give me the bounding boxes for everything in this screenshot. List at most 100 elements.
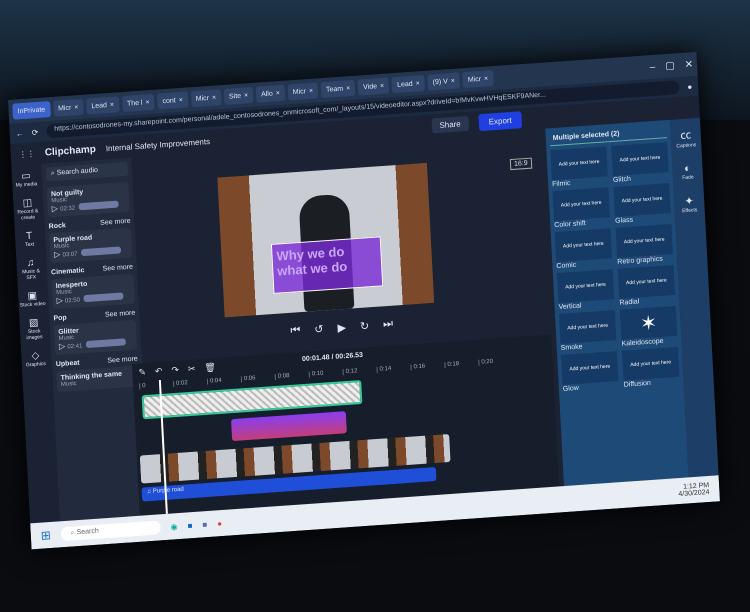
effect-comic[interactable]: Add your text here Comic [554,228,613,270]
browser-tab[interactable]: Lead × [391,74,426,94]
rail-item-folder[interactable]: ▭ My media [15,170,38,189]
close-icon[interactable]: × [309,87,313,94]
effect-thumbnail: Add your text here [556,269,615,304]
close-icon[interactable]: × [346,85,350,92]
browser-tab[interactable]: InPrivate [12,101,51,120]
undo-icon[interactable]: ↶ [155,366,163,378]
close-icon[interactable]: × [244,92,248,99]
track-duration: 03:07 [62,251,78,259]
profile-avatar[interactable]: ● [687,82,692,91]
property-effects[interactable]: ✦ Effects [681,194,697,214]
browser-tab[interactable]: Allo × [255,84,286,103]
browser-tab[interactable]: Lead × [85,96,120,115]
windows-start-icon[interactable]: ⊞ [40,528,51,543]
audio-track[interactable]: Inesperto Music ▷ 02:50 [51,273,135,310]
ruler-tick: 0:16 [410,362,445,371]
skip-forward-icon[interactable]: ⏭ [383,318,394,332]
effect-thumbnail: Add your text here [615,223,673,258]
browser-tab[interactable]: Micr × [287,82,319,101]
rail-item-video[interactable]: ▣ Stock video [19,290,46,308]
delete-icon[interactable]: 🗑 [204,362,216,374]
effect-diffusion[interactable]: Add your text here Diffusion [621,346,680,389]
refresh-icon[interactable]: ⟳ [31,127,38,136]
close-icon[interactable]: × [484,75,488,82]
effect-thumbnail: Add your text here [554,228,613,263]
audio-track[interactable]: Glitter Music ▷ 02:41 [53,319,138,356]
aspect-ratio-button[interactable]: 16:9 [509,157,532,171]
browser-tab[interactable]: Micr × [462,70,494,89]
rewind-icon[interactable]: ↺ [314,323,324,337]
property-captions[interactable]: ㏄ Captions [675,126,696,149]
share-button[interactable]: Share [431,115,470,134]
edge-icon[interactable]: ◉ [170,522,177,531]
effect-vertical[interactable]: Add your text here Vertical [556,269,615,311]
close-icon[interactable]: × [415,80,419,87]
close-icon[interactable]: × [212,94,216,101]
see-more-link[interactable]: See more [100,218,131,227]
tab-label: Lead [91,101,108,110]
rail-item-music[interactable]: ♫ Music & SFX [16,257,45,282]
close-icon[interactable]: × [145,99,149,106]
text-overlay[interactable]: Why we do what we do [270,236,384,294]
audio-track[interactable]: Purple road Music ▷ 03:07 [49,227,133,264]
effect-thumbnail: Add your text here [552,187,610,222]
browser-tab[interactable]: Vide × [357,77,390,96]
outlook-icon[interactable]: ■ [187,521,192,530]
skip-back-icon[interactable]: ⏮ [290,324,301,338]
rail-item-T[interactable]: T Text [24,231,34,249]
minimize-icon[interactable]: – [649,61,655,72]
export-button[interactable]: Export [478,110,523,131]
audio-track[interactable]: Thinking the same Music [56,365,140,393]
effect-color-shift[interactable]: Add your text here Color shift [552,187,611,229]
browser-tab[interactable]: Site × [223,86,254,105]
browser-tab[interactable]: Team × [320,79,356,99]
close-window-icon[interactable]: ✕ [684,59,693,71]
effect-thumbnail: Add your text here [611,142,669,176]
close-icon[interactable]: × [451,77,455,84]
back-icon[interactable]: ← [16,128,24,138]
overlay-clip[interactable] [231,411,347,442]
see-more-link[interactable]: See more [105,310,136,319]
rail-item-shapes[interactable]: ◇ Graphics [25,350,46,368]
property-label: Effects [681,207,698,215]
waveform [83,292,125,303]
redo-icon[interactable]: ↷ [171,365,179,377]
forward-icon[interactable]: ↻ [360,319,370,333]
browser-tab[interactable]: cont × [157,91,189,110]
magic-icon[interactable]: ✎ [138,367,146,379]
video-preview[interactable]: Why we do what we do [217,162,435,318]
see-more-link[interactable]: See more [102,264,133,273]
effect-glow[interactable]: Add your text here Glow [561,351,619,393]
close-icon[interactable]: × [179,96,183,103]
maximize-icon[interactable]: ▢ [665,60,675,72]
effect-smoke[interactable]: Add your text here Smoke [558,310,617,352]
apps-grid-icon[interactable]: ⋮⋮ [19,149,35,159]
effect-retro-graphics[interactable]: Add your text here Retro graphics [615,223,674,266]
taskbar-search[interactable]: ⌕ Search [60,520,162,542]
close-icon[interactable]: × [74,104,78,111]
powerpoint-icon[interactable]: ● [217,519,222,528]
ruler-tick: 0:08 [274,371,309,381]
rail-item-image[interactable]: ▨ Stock images [19,317,48,342]
teams-icon[interactable]: ■ [202,520,207,529]
close-icon[interactable]: × [380,82,384,89]
search-audio-input[interactable]: ⌕ Search audio [45,161,129,182]
effect-radial[interactable]: Add your text here Radial [617,264,676,307]
project-title[interactable]: Internal Safety Improvements [106,137,211,153]
audio-track[interactable]: Not guilty Music ▷ 02:32 [46,181,131,218]
play-icon[interactable]: ▶ [337,321,346,335]
browser-tab[interactable]: Micr × [190,89,222,108]
effect-kaleidoscope[interactable]: ✶ Kaleidoscope [619,305,678,348]
cut-icon[interactable]: ✂ [188,364,196,376]
effect-filmic[interactable]: Add your text here Filmic [550,146,608,188]
close-icon[interactable]: × [276,90,280,97]
rail-item-camera[interactable]: ◫ Record & create [13,197,42,222]
effect-glitch[interactable]: Add your text here Glitch [611,142,669,184]
effect-glass[interactable]: Add your text here Glass [613,183,671,225]
browser-tab[interactable]: Micr × [52,98,84,117]
waveform [81,246,122,257]
browser-tab[interactable]: (9) V × [427,72,461,91]
close-icon[interactable]: × [110,101,114,108]
property-fade[interactable]: ◐ Fade [682,162,694,182]
browser-tab[interactable]: The l × [121,93,155,113]
